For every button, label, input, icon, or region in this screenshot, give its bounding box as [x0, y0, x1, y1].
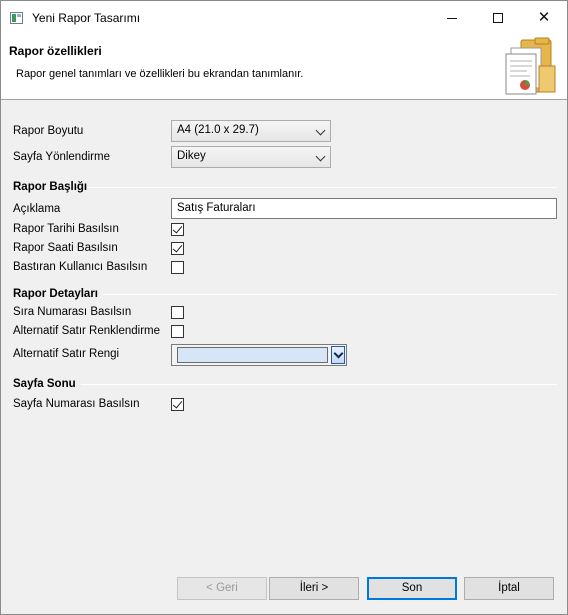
cancel-button[interactable]: İptal — [464, 577, 554, 600]
chevron-down-icon — [315, 151, 326, 162]
aciklama-value: Satış Faturaları — [177, 202, 256, 214]
minimize-icon — [447, 18, 457, 19]
chevron-down-icon — [315, 125, 326, 136]
section-divider — [81, 384, 557, 385]
close-icon: ✕ — [537, 8, 551, 26]
rapor-boyutu-value: A4 (21.0 x 29.7) — [177, 124, 259, 136]
chevron-down-icon[interactable] — [331, 346, 345, 364]
minimize-button[interactable] — [429, 1, 475, 34]
finish-button[interactable]: Son — [367, 577, 457, 600]
color-swatch — [177, 347, 328, 363]
window-title: Yeni Rapor Tasarımı — [32, 11, 141, 25]
rapor-saati-label: Rapor Saati Basılsın — [13, 242, 118, 254]
sayfa-numarasi-label: Sayfa Numarası Basılsın — [13, 398, 140, 410]
app-icon — [10, 12, 23, 24]
maximize-button[interactable] — [475, 1, 521, 34]
rapor-boyutu-select[interactable]: A4 (21.0 x 29.7) — [171, 120, 331, 142]
sayfa-numarasi-checkbox[interactable] — [171, 398, 184, 411]
section-rapor-detaylari: Rapor Detayları — [13, 288, 99, 300]
header-description: Rapor genel tanımları ve özellikleri bu … — [16, 68, 304, 80]
sayfa-yonlendirme-value: Dikey — [177, 150, 206, 162]
section-sayfa-sonu: Sayfa Sonu — [13, 378, 76, 390]
rapor-boyutu-label: Rapor Boyutu — [13, 125, 84, 137]
folder-documents-icon — [505, 37, 556, 95]
sira-numarasi-checkbox[interactable] — [171, 306, 184, 319]
close-button[interactable]: ✕ — [521, 1, 567, 34]
sayfa-yonlendirme-label: Sayfa Yönlendirme — [13, 151, 110, 163]
alternatif-renklendirme-checkbox[interactable] — [171, 325, 184, 338]
section-divider — [87, 187, 557, 188]
title-bar[interactable]: Yeni Rapor Tasarımı ✕ — [1, 1, 567, 34]
alternatif-rengi-colorpicker[interactable] — [171, 344, 347, 366]
wizard-header: Rapor özellikleri Rapor genel tanımları … — [1, 34, 567, 100]
rapor-tarihi-checkbox[interactable] — [171, 223, 184, 236]
alternatif-renklendirme-label: Alternatif Satır Renklendirme — [13, 325, 161, 337]
sayfa-yonlendirme-select[interactable]: Dikey — [171, 146, 331, 168]
sira-numarasi-label: Sıra Numarası Basılsın — [13, 306, 132, 318]
rapor-tarihi-label: Rapor Tarihi Basılsın — [13, 223, 119, 235]
rapor-saati-checkbox[interactable] — [171, 242, 184, 255]
header-title: Rapor özellikleri — [9, 44, 102, 58]
section-rapor-basligi: Rapor Başlığı — [13, 181, 88, 193]
dialog-window: Yeni Rapor Tasarımı ✕ Rapor özellikleri … — [0, 0, 568, 615]
aciklama-label: Açıklama — [13, 203, 61, 215]
aciklama-input[interactable]: Satış Faturaları — [171, 198, 557, 219]
bastiran-kullanici-checkbox[interactable] — [171, 261, 184, 274]
next-button[interactable]: İleri > — [269, 577, 359, 600]
back-button[interactable]: < Geri — [177, 577, 267, 600]
bastiran-kullanici-label: Bastıran Kullanıcı Basılsın — [13, 261, 148, 273]
maximize-icon — [493, 12, 503, 23]
alternatif-rengi-label: Alternatif Satır Rengi — [13, 348, 120, 360]
section-divider — [103, 294, 557, 295]
